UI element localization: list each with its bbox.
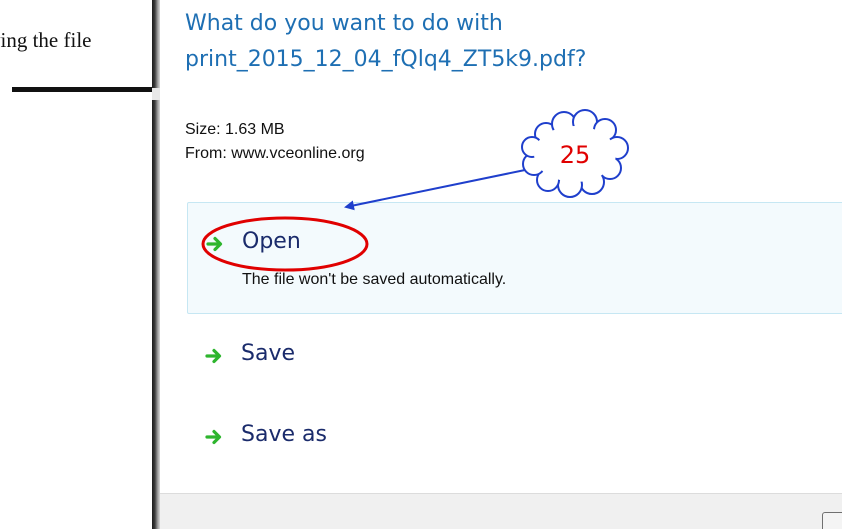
open-option[interactable]: Open The file won't be saved automatical… xyxy=(187,202,842,314)
download-dialog: What do you want to do with print_2015_1… xyxy=(160,0,842,529)
green-arrow-right-icon xyxy=(205,429,222,445)
save-option-label: Save xyxy=(241,341,296,366)
background-horizontal-rule xyxy=(12,87,152,92)
background-text-fragment: ving the file xyxy=(0,28,92,52)
green-arrow-right-icon xyxy=(205,348,222,364)
save-as-option[interactable]: Save as xyxy=(187,416,842,464)
green-arrow-right-icon xyxy=(206,236,223,252)
background-page: ving the file xyxy=(0,0,152,529)
dialog-footer xyxy=(160,493,842,529)
window-divider xyxy=(152,0,160,529)
cancel-button[interactable] xyxy=(822,512,842,529)
open-option-label: Open xyxy=(242,229,301,254)
open-option-description: The file won't be saved automatically. xyxy=(242,271,507,288)
download-options: Open The file won't be saved automatical… xyxy=(160,0,842,529)
save-as-option-label: Save as xyxy=(241,422,327,447)
window-divider-gap xyxy=(152,88,160,100)
save-option[interactable]: Save xyxy=(187,335,842,383)
screenshot-stage: ving the file What do you want to do wit… xyxy=(0,0,842,529)
